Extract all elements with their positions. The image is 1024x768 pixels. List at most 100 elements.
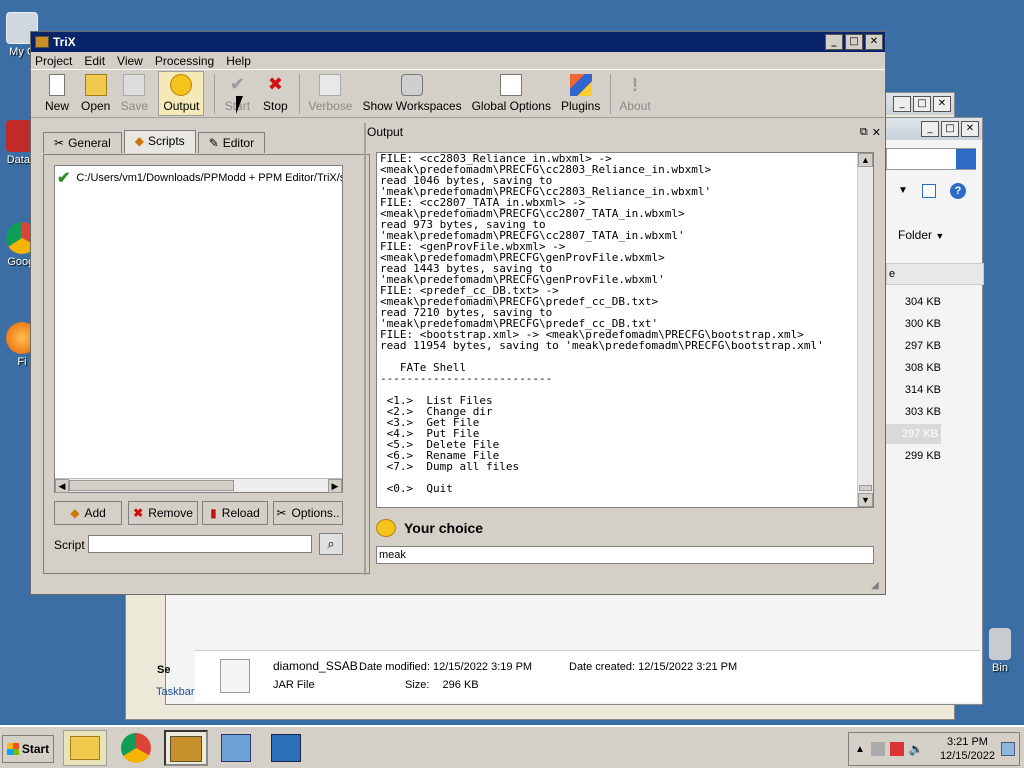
detail-size: Size: 296 KB	[405, 679, 479, 691]
view-folder-dropdown[interactable]: Folder ▼	[898, 228, 944, 242]
tab-scripts[interactable]: ◆ Scripts	[123, 130, 196, 153]
new-file-icon	[49, 74, 65, 96]
taskbar-chrome-button[interactable]	[114, 730, 158, 766]
info-icon: !	[632, 75, 639, 95]
security-alert-icon[interactable]	[889, 742, 904, 756]
minimize-button[interactable]: _	[921, 121, 939, 137]
search-icon[interactable]	[956, 149, 976, 169]
red-x-icon: ✖	[133, 506, 144, 520]
volume-icon[interactable]: 🔈	[909, 742, 924, 756]
close-button[interactable]: ✕	[865, 34, 883, 50]
scroll-right-arrow[interactable]: ▶	[328, 479, 342, 493]
search-button[interactable]: ⌕	[319, 533, 343, 555]
options-document-icon	[500, 74, 523, 96]
file-size: 314 KB	[904, 384, 941, 396]
preview-pane-icon[interactable]	[922, 184, 936, 198]
clock[interactable]: 3:21 PM 12/15/2022	[940, 735, 995, 763]
open-button[interactable]: Open	[81, 74, 110, 113]
trix-window[interactable]: TriX _ □ ✕ Project Edit View Processing …	[30, 31, 886, 595]
output-button[interactable]: Output	[158, 71, 205, 116]
menu-bar: Project Edit View Processing Help	[31, 52, 885, 70]
close-button[interactable]: ✕	[961, 121, 979, 137]
trix-app-icon	[35, 36, 49, 48]
column-header-size[interactable]: e	[886, 263, 984, 285]
close-panel-button[interactable]: ✕	[872, 126, 881, 139]
save-button[interactable]: Save	[120, 74, 148, 113]
left-tabs: ✂ General ◆ Scripts ✎ Editor	[43, 130, 267, 153]
explorer-details-pane: diamond_SSAB JAR File Date modified: 12/…	[195, 650, 980, 702]
minimize-button[interactable]: _	[825, 34, 843, 50]
reload-button[interactable]: ▮ Reload	[202, 501, 268, 525]
scroll-left-arrow[interactable]: ◀	[55, 479, 69, 493]
list-item[interactable]: ✔ C:/Users/vm1/Downloads/PPModd + PPM Ed…	[55, 166, 342, 190]
scripts-icon: ◆	[134, 134, 144, 148]
vertical-scrollbar[interactable]: ▲ ▼	[857, 153, 873, 507]
checkmark-icon[interactable]: ✔	[57, 168, 70, 188]
view-options-button[interactable]: ▼	[898, 185, 908, 196]
trix-titlebar[interactable]: TriX _ □ ✕	[31, 32, 885, 52]
taskbar-trix-button[interactable]	[164, 730, 208, 766]
add-button[interactable]: ◆ Add	[54, 501, 122, 525]
detail-filetype: JAR File	[273, 679, 315, 691]
script-list[interactable]: ✔ C:/Users/vm1/Downloads/PPModd + PPM Ed…	[54, 165, 343, 493]
resize-grip[interactable]: ◢	[871, 580, 883, 592]
output-console[interactable]: FILE: <cc2803_Reliance_in.wbxml> -> <mea…	[376, 152, 874, 508]
checkmark-icon: ✔	[229, 74, 245, 95]
verbose-button[interactable]: Verbose	[308, 74, 352, 113]
toolbar-separator	[214, 74, 216, 114]
terminal-icon	[271, 734, 301, 762]
scroll-up-arrow[interactable]: ▲	[858, 153, 873, 167]
about-button[interactable]: ! About	[619, 74, 650, 113]
desktop-icon-recycle-bin[interactable]: Bin	[978, 628, 1022, 674]
nav-pane-link[interactable]: Taskbar	[156, 686, 195, 698]
maximize-button[interactable]: □	[941, 121, 959, 137]
command-input[interactable]: meak	[376, 546, 874, 564]
script-input[interactable]	[88, 535, 312, 553]
panel-splitter[interactable]	[364, 123, 366, 575]
recycle-bin-icon	[989, 628, 1011, 660]
help-icon[interactable]: ?	[950, 183, 966, 199]
show-hidden-icons-button[interactable]: ▲	[855, 744, 865, 755]
plugins-button[interactable]: Plugins	[561, 74, 600, 113]
menu-edit[interactable]: Edit	[84, 54, 105, 68]
maximize-button[interactable]: □	[913, 96, 931, 112]
scrollbar-thumb[interactable]	[859, 485, 872, 491]
scrollbar-thumb[interactable]	[69, 480, 234, 491]
menu-view[interactable]: View	[117, 54, 143, 68]
network-tray-icon[interactable]	[870, 742, 885, 756]
taskbar-network-button[interactable]	[214, 730, 258, 766]
float-panel-button[interactable]: ⧉	[860, 125, 868, 139]
start-button[interactable]: Start	[2, 735, 54, 763]
menu-help[interactable]: Help	[226, 54, 251, 68]
maximize-button[interactable]: □	[845, 34, 863, 50]
close-button[interactable]: ✕	[933, 96, 951, 112]
menu-processing[interactable]: Processing	[155, 54, 214, 68]
minimize-button[interactable]: _	[893, 96, 911, 112]
file-size: 303 KB	[904, 406, 941, 418]
scripts-panel: ✔ C:/Users/vm1/Downloads/PPModd + PPM Ed…	[43, 154, 370, 574]
input-prompt: Your choice	[376, 519, 483, 537]
scroll-down-arrow[interactable]: ▼	[858, 493, 873, 507]
new-button[interactable]: New	[43, 74, 71, 113]
chrome-icon	[121, 733, 151, 763]
stop-button[interactable]: ✖ Stop	[261, 74, 289, 113]
show-workspaces-button[interactable]: Show Workspaces	[362, 74, 462, 113]
global-options-button[interactable]: Global Options	[472, 74, 551, 113]
plugin-cubes-icon	[569, 74, 592, 96]
network-icon	[221, 734, 251, 762]
options-button[interactable]: ✂ Options..	[273, 501, 343, 525]
system-tray: ▲ 🔈 3:21 PM 12/15/2022	[848, 732, 1020, 766]
tab-general[interactable]: ✂ General	[43, 132, 122, 153]
mouse-cursor-icon	[236, 96, 243, 114]
speech-bubble-icon	[170, 74, 193, 96]
horizontal-scrollbar[interactable]: ◀ ▶	[55, 478, 342, 493]
tools-icon: ✂	[276, 506, 287, 520]
menu-project[interactable]: Project	[35, 54, 72, 68]
remove-button[interactable]: ✖ Remove	[128, 501, 198, 525]
taskbar-explorer-button[interactable]	[63, 730, 107, 766]
taskbar-app-button[interactable]	[264, 730, 308, 766]
show-desktop-button[interactable]	[1001, 742, 1015, 756]
tab-editor[interactable]: ✎ Editor	[197, 132, 266, 153]
nav-pane-label[interactable]: Se	[157, 664, 170, 676]
detail-created: Date created: 12/15/2022 3:21 PM	[569, 661, 738, 673]
